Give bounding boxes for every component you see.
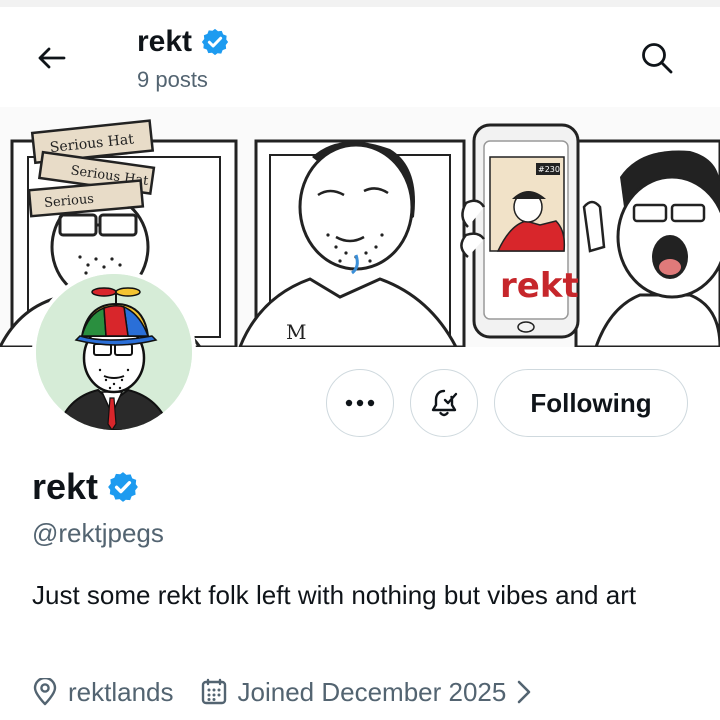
back-button[interactable] bbox=[30, 37, 72, 79]
shirt-logo: M bbox=[286, 320, 306, 344]
calendar-icon bbox=[201, 678, 226, 705]
more-dots-icon bbox=[345, 399, 375, 407]
joined-text: Joined December 2025 bbox=[237, 676, 507, 707]
avatar[interactable] bbox=[32, 270, 196, 434]
location-item: rektlands bbox=[32, 677, 174, 708]
user-handle: @rektjpegs bbox=[32, 518, 164, 548]
post-count: 9 posts bbox=[137, 67, 208, 92]
joined-date-link[interactable]: Joined December 2025 bbox=[200, 677, 543, 708]
location-text: rektlands bbox=[68, 676, 174, 707]
avatar-illustration bbox=[36, 274, 192, 430]
phone-brand: rekt bbox=[500, 266, 579, 306]
header-name: rekt bbox=[137, 25, 193, 58]
profile-header-bar: rekt 9 posts bbox=[0, 7, 720, 107]
profile-bio: Just some rekt folk left with nothing bu… bbox=[32, 580, 637, 610]
more-button[interactable] bbox=[326, 369, 394, 437]
search-icon bbox=[642, 43, 673, 74]
status-strip bbox=[0, 0, 720, 7]
verified-badge-icon bbox=[201, 28, 229, 56]
phone-tag: #230 bbox=[538, 165, 560, 174]
display-name: rekt bbox=[32, 466, 99, 507]
verified-badge-icon[interactable] bbox=[106, 470, 140, 504]
search-button[interactable] bbox=[634, 35, 680, 81]
arrow-left-icon bbox=[38, 47, 66, 69]
header-title: rekt bbox=[137, 25, 230, 59]
profile-name: rekt bbox=[32, 466, 140, 508]
chevron-right-icon bbox=[518, 680, 531, 704]
location-pin-icon bbox=[33, 678, 57, 706]
following-button[interactable]: Following bbox=[494, 369, 688, 437]
profile-meta: rektlands Joined December 2025 bbox=[32, 672, 542, 712]
notifications-button[interactable] bbox=[410, 369, 478, 437]
bell-check-icon bbox=[431, 389, 458, 417]
